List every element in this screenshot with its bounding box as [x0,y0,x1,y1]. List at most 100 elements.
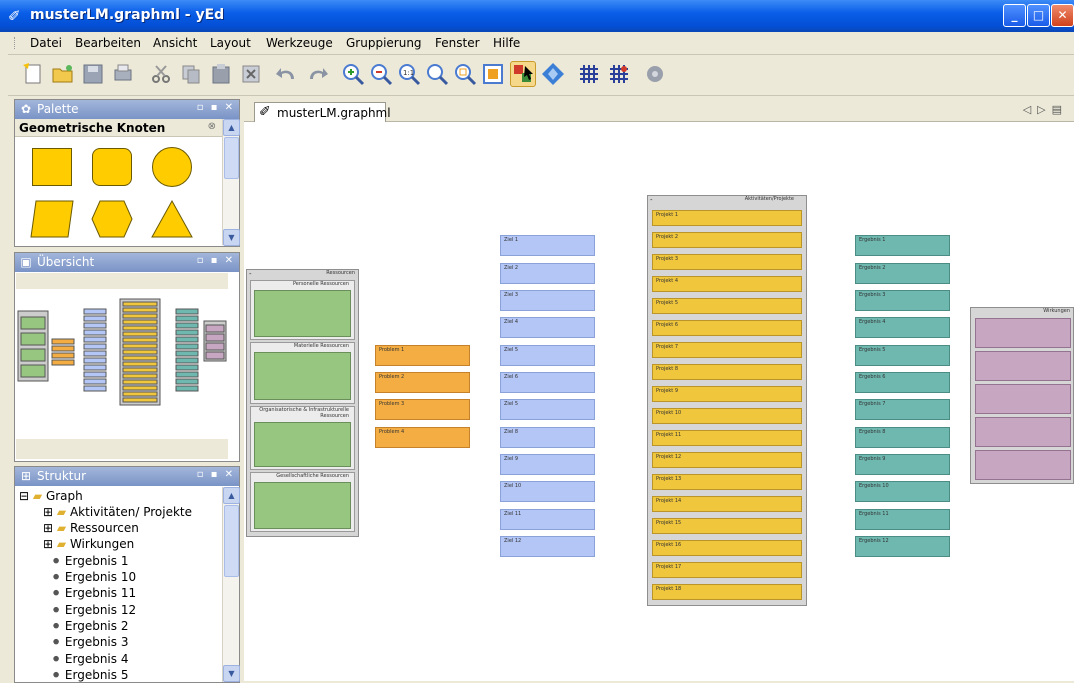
cut-button[interactable] [148,61,174,87]
projekt-node[interactable]: Projekt 11 [652,430,802,446]
scroll-up-icon[interactable]: ▲ [223,119,240,136]
group-wirkungen[interactable]: Wirkungen [970,307,1074,484]
projekt-node[interactable]: Projekt 4 [652,276,802,292]
ziel-node[interactable]: Ziel 11 [500,509,595,530]
new-document-button[interactable] [20,61,46,87]
ziel-node[interactable]: Ziel 5 [500,345,595,366]
ressource-node[interactable] [254,290,351,337]
projekt-node[interactable]: Projekt 16 [652,540,802,556]
zoom-fit-button[interactable] [424,61,450,87]
delete-button[interactable] [238,61,264,87]
projekt-node[interactable]: Projekt 9 [652,386,802,402]
tree-expander-icon[interactable]: ⊞ [43,521,53,535]
tree-node-graph[interactable]: ⊟ ▰ Graph [19,489,83,505]
problem-node[interactable]: Problem 1 [375,345,470,366]
undo-button[interactable] [274,61,300,87]
projekt-node[interactable]: Projekt 10 [652,408,802,424]
print-button[interactable] [110,61,136,87]
ziel-node[interactable]: Ziel 12 [500,536,595,557]
tab-navigation-icons[interactable]: ◁▷▤ [1023,103,1068,116]
menu-datei[interactable]: Datei [30,36,62,50]
ergebnis-node[interactable]: Ergebnis 1 [855,235,950,256]
subgroup-materielle[interactable]: Materielle Ressourcen [250,342,355,404]
wirkung-node[interactable] [975,450,1071,480]
tree-expander-icon[interactable]: ⊞ [43,537,53,551]
ergebnis-node[interactable]: Ergebnis 12 [855,536,950,557]
zoom-original-button[interactable]: 1:1 [396,61,422,87]
menu-layout[interactable]: Layout [210,36,251,50]
problem-node[interactable]: Problem 3 [375,399,470,420]
tree-node-aktivitaeten[interactable]: ⊞ ▰ Aktivitäten/ Projekte [43,505,192,521]
menu-gruppierung[interactable]: Gruppierung [346,36,422,50]
palette-scrollbar[interactable]: ▲ ▼ [222,119,240,246]
menu-fenster[interactable]: Fenster [435,36,480,50]
ergebnis-node[interactable]: Ergebnis 5 [855,345,950,366]
problem-node[interactable]: Problem 4 [375,427,470,448]
ergebnis-node[interactable]: Ergebnis 8 [855,427,950,448]
save-button[interactable] [80,61,106,87]
zoom-in-button[interactable] [340,61,366,87]
overview-header[interactable]: ▣ Übersicht ▫ ▪ ✕ [15,253,239,272]
title-bar[interactable]: ✐ musterLM.graphml - yEd _ □ ✕ [0,0,1074,32]
ergebnis-node[interactable]: Ergebnis 10 [855,481,950,502]
wirkung-node[interactable] [975,384,1071,414]
subgroup-organisatorische[interactable]: Organisatorische & Infrastrukturelle Res… [250,406,355,470]
ergebnis-node[interactable]: Ergebnis 9 [855,454,950,475]
paste-button[interactable] [208,61,234,87]
ziel-node[interactable]: Ziel 2 [500,263,595,284]
projekt-node[interactable]: Projekt 13 [652,474,802,490]
tree-node-ressourcen[interactable]: ⊞ ▰ Ressourcen [43,521,139,537]
palette-rounded-rectangle-shape[interactable] [92,148,132,186]
ressource-node[interactable] [254,482,351,529]
ressource-node[interactable] [254,422,351,467]
redo-button[interactable] [304,61,330,87]
copy-button[interactable] [178,61,204,87]
menu-bearbeiten[interactable]: Bearbeiten [75,36,141,50]
palette-triangle-shape[interactable] [150,200,194,238]
structure-scrollbar[interactable]: ▲ ▼ [222,487,240,682]
tree-node-ergebnis-3[interactable]: ⚫ Ergebnis 3 [51,635,128,651]
panel-controls-icon[interactable]: ▫ ▪ ✕ [197,102,235,113]
palette-section-header[interactable]: Geometrische Knoten ⊗ [15,119,222,137]
projekt-node[interactable]: Projekt 2 [652,232,802,248]
wirkung-node[interactable] [975,351,1071,381]
projekt-node[interactable]: Projekt 12 [652,452,802,468]
tree-node-wirkungen[interactable]: ⊞ ▰ Wirkungen [43,537,134,553]
tree-expander-icon[interactable]: ⊞ [43,505,53,519]
ziel-node[interactable]: Ziel 10 [500,481,595,502]
projekt-node[interactable]: Projekt 5 [652,298,802,314]
open-button[interactable] [50,61,76,87]
document-tab[interactable]: ✐ musterLM.graphml [254,102,391,122]
tree-node-ergebnis-2[interactable]: ⚫ Ergebnis 2 [51,619,128,635]
wirkung-node[interactable] [975,318,1071,348]
projekt-node[interactable]: Projekt 17 [652,562,802,578]
ziel-node[interactable]: Ziel 6 [500,372,595,393]
navigate-mode-button[interactable] [540,61,566,87]
projekt-node[interactable]: Projekt 7 [652,342,802,358]
tree-node-ergebnis-1[interactable]: ⚫ Ergebnis 1 [51,554,128,570]
fit-content-button[interactable] [480,61,506,87]
ergebnis-node[interactable]: Ergebnis 4 [855,317,950,338]
ziel-node[interactable]: Ziel 5 [500,399,595,420]
properties-button[interactable] [642,61,668,87]
scroll-thumb[interactable] [224,505,239,577]
scroll-down-icon[interactable]: ▼ [223,665,240,682]
panel-controls-icon[interactable]: ▫ ▪ ✕ [197,255,235,266]
menu-ansicht[interactable]: Ansicht [153,36,197,50]
palette-header[interactable]: ✿ Palette ▫ ▪ ✕ [15,100,239,119]
ziel-node[interactable]: Ziel 8 [500,427,595,448]
projekt-node[interactable]: Projekt 6 [652,320,802,336]
group-ressourcen[interactable]: - Ressourcen Personelle Ressourcen Mater… [246,269,359,537]
palette-hexagon-shape[interactable] [90,200,134,238]
menu-werkzeuge[interactable]: Werkzeuge [266,36,333,50]
grid-button[interactable] [576,61,602,87]
projekt-node[interactable]: Projekt 18 [652,584,802,600]
group-projekte[interactable]: - Aktivitäten/Projekte Projekt 1 Projekt… [647,195,807,606]
scroll-thumb[interactable] [224,137,239,179]
scroll-down-icon[interactable]: ▼ [223,229,240,246]
palette-parallelogram-shape[interactable] [30,200,74,238]
problem-node[interactable]: Problem 2 [375,372,470,393]
ergebnis-node[interactable]: Ergebnis 3 [855,290,950,311]
minimize-button[interactable]: _ [1003,4,1026,27]
subgroup-personelle[interactable]: Personelle Ressourcen [250,280,355,340]
